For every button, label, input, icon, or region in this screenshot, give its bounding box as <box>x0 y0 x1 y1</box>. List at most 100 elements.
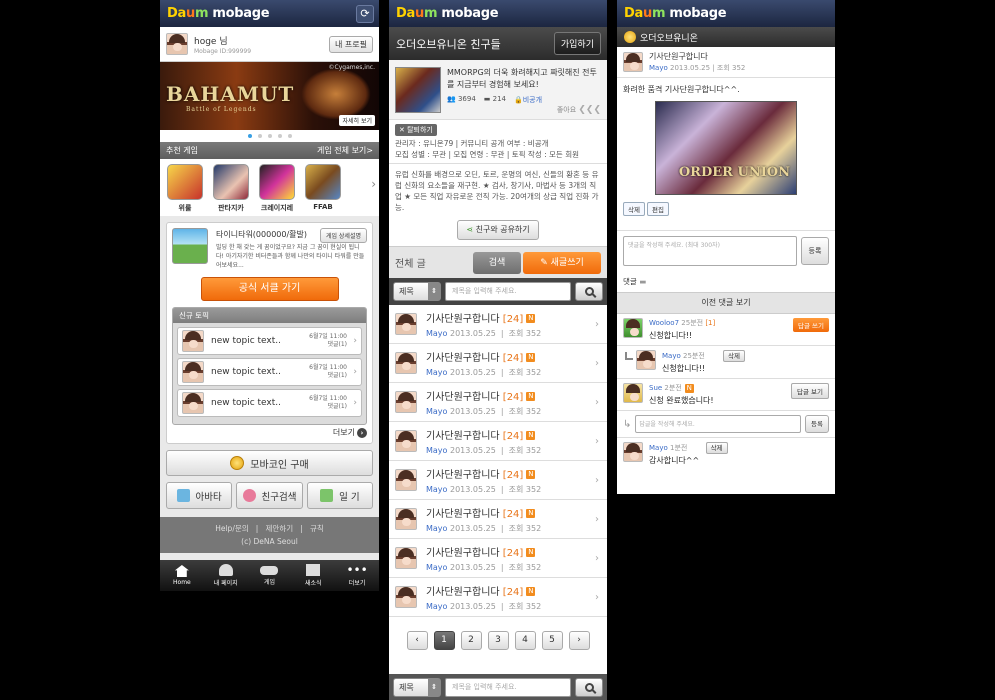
prev-page-button[interactable]: ‹ <box>406 630 428 650</box>
community-image <box>395 67 441 113</box>
banner-detail-button[interactable]: 자세히 보기 <box>339 115 375 126</box>
topic-replies: 댓글(1) <box>327 341 347 348</box>
official-circle-button[interactable]: 공식 서클 가기 <box>200 277 339 301</box>
list-item[interactable]: 기사단원구합니다 [24] N Mayo 2013.05.25 | 조회 352 › <box>389 344 607 383</box>
game-item[interactable]: 판타지카 <box>212 164 250 213</box>
post-views: 조회 352 <box>508 445 542 455</box>
tab-home[interactable]: Home <box>160 560 204 591</box>
comment-time: 2분전 <box>664 384 682 392</box>
avatar <box>395 391 417 413</box>
edit-post-button[interactable]: 편집 <box>646 202 669 216</box>
tab-game[interactable]: 게임 <box>248 560 292 591</box>
page-dot[interactable] <box>277 134 282 138</box>
page-dot[interactable] <box>287 134 292 138</box>
help-link[interactable]: Help/문의 <box>215 524 248 533</box>
mobage-logo[interactable]: Daum mobage <box>396 6 499 21</box>
comment-author[interactable]: Sue <box>649 384 662 392</box>
game-item[interactable]: 위룰 <box>166 164 204 213</box>
game-banner[interactable]: ©Cygames,inc. BAHAMUT Battle of Legends … <box>160 62 379 130</box>
chevron-right-icon[interactable]: › <box>371 177 376 191</box>
community-title[interactable]: 오더오브유니온 <box>640 31 698 44</box>
game-item[interactable]: FFAB <box>304 164 342 211</box>
list-item[interactable]: 기사단원구합니다 [24] N Mayo 2013.05.25 | 조회 352 › <box>389 578 607 617</box>
delete-comment-button[interactable]: 삭제 <box>705 442 728 454</box>
topic-row[interactable]: new topic text.. 6월7일 11:00 댓글(1) › <box>177 327 362 355</box>
search-icon-button[interactable] <box>575 282 603 301</box>
page-dot[interactable] <box>267 134 272 138</box>
share-with-friends-button[interactable]: ⋖ 친구와 공유하기 <box>457 220 539 240</box>
post-text: 화려한 품격 기사단원구합니다^^. <box>623 85 740 94</box>
refresh-icon[interactable]: ⟳ <box>356 4 374 23</box>
reply-input[interactable]: 답글을 작성해 주세요. <box>635 415 801 433</box>
comment-author[interactable]: Wooloo7 <box>649 319 679 327</box>
community-title-bar: 오더오브유니온 <box>617 27 835 47</box>
buy-coin-button[interactable]: 모바코인 구매 <box>166 450 373 476</box>
register-comment-button[interactable]: 등록 <box>801 236 829 265</box>
leave-button[interactable]: ✕ 탈퇴하기 <box>395 124 437 136</box>
game-icon <box>172 228 208 264</box>
post-author[interactable]: Mayo <box>649 64 668 72</box>
search-icon-button[interactable] <box>575 677 603 697</box>
comment-count: [24] <box>502 352 524 364</box>
list-item[interactable]: 기사단원구합니다 [24] N Mayo 2013.05.25 | 조회 352 › <box>389 500 607 539</box>
list-item[interactable]: 기사단원구합니다 [24] N Mayo 2013.05.25 | 조회 352 › <box>389 422 607 461</box>
join-button[interactable]: 가입하기 <box>553 32 601 55</box>
mobage-logo[interactable]: Daum mobage <box>167 6 270 21</box>
shirt-icon <box>176 489 190 502</box>
search-button[interactable]: 검색 <box>473 251 521 274</box>
terms-link[interactable]: 규칙 <box>310 524 324 533</box>
comment-count: [24] <box>502 508 524 520</box>
page-dot[interactable] <box>257 134 262 138</box>
avatar-button[interactable]: 아바타 <box>166 482 233 509</box>
avatar <box>623 383 643 403</box>
tab-more[interactable]: ••• 더보기 <box>335 560 379 591</box>
search-input[interactable]: 제목을 입력해 주세요. <box>445 677 571 697</box>
list-item[interactable]: 기사단원구합니다 [24] N Mayo 2013.05.25 | 조회 352 › <box>389 539 607 578</box>
like-button[interactable]: 좋아요 ❮❮❮ <box>557 105 601 115</box>
page-button-active[interactable]: 1 <box>433 630 455 650</box>
game-guide-button[interactable]: 게임 상세설명 <box>319 228 367 243</box>
comment-author[interactable]: Mayo <box>662 352 681 360</box>
more-topics-link[interactable]: 더보기 › <box>172 427 367 438</box>
app-header: Daum mobage <box>389 0 607 27</box>
topic-row[interactable]: new topic text.. 6월7일 11:00 댓글(1) › <box>177 358 362 386</box>
diary-button[interactable]: 일 기 <box>306 482 373 509</box>
comment-input[interactable]: 댓글을 작성해 주세요. (최대 300자) <box>623 235 797 266</box>
game-item[interactable]: 크레이지레 <box>258 164 296 213</box>
page-button[interactable]: 3 <box>487 630 509 650</box>
post-author: Mayo <box>426 562 448 572</box>
next-page-button[interactable]: › <box>568 630 590 650</box>
delete-reply-button[interactable]: 삭제 <box>723 350 745 362</box>
tab-my-page[interactable]: 내 페이지 <box>204 560 248 591</box>
write-reply-button[interactable]: 답글 쓰기 <box>793 318 829 332</box>
page-button[interactable]: 5 <box>541 630 563 650</box>
list-item[interactable]: 기사단원구합니다 [24] N Mayo 2013.05.25 | 조회 352 › <box>389 383 607 422</box>
mobage-logo[interactable]: Daum mobage <box>624 6 727 21</box>
post-image[interactable]: ORDER UNION <box>655 101 797 195</box>
previous-comments-button[interactable]: 이전 댓글 보기 <box>617 292 835 314</box>
post-date: 2013.05.25 <box>670 64 711 72</box>
my-profile-button[interactable]: 내 프로필 <box>329 35 373 53</box>
page-button[interactable]: 2 <box>460 630 482 650</box>
register-reply-button[interactable]: 등록 <box>805 415 829 433</box>
suggest-link[interactable]: 제안하기 <box>266 524 294 533</box>
page-dot-active[interactable] <box>247 134 252 138</box>
list-item[interactable]: 기사단원구합니다 [24] N Mayo 2013.05.25 | 조회 352 › <box>389 305 607 344</box>
list-item[interactable]: 기사단원구합니다 [24] N Mayo 2013.05.25 | 조회 352 › <box>389 461 607 500</box>
comment-author[interactable]: Mayo <box>649 444 668 452</box>
avatar <box>166 33 188 55</box>
search-field-select[interactable]: 제목 ⇕ <box>393 282 441 301</box>
friend-search-button[interactable]: 친구검색 <box>236 482 303 509</box>
search-input[interactable]: 제목을 입력해 주세요. <box>445 282 571 301</box>
post-date: 2013.05.25 <box>449 367 496 377</box>
topic-row[interactable]: new topic text.. 6월7일 11:00 댓글(1) › <box>177 389 362 417</box>
all-games-link[interactable]: 게임 전체 보기> <box>317 145 373 156</box>
chevron-right-icon: › <box>353 336 357 346</box>
tab-news[interactable]: 새소식 <box>291 560 335 591</box>
search-field-select[interactable]: 제목 ⇕ <box>393 677 441 697</box>
delete-post-button[interactable]: 삭제 <box>623 202 645 216</box>
view-replies-button[interactable]: 답글 보기 <box>791 383 829 399</box>
write-post-button[interactable]: ✎ 새글쓰기 <box>523 251 601 274</box>
page-button[interactable]: 4 <box>514 630 536 650</box>
lock-icon: 🔒 <box>514 96 523 104</box>
